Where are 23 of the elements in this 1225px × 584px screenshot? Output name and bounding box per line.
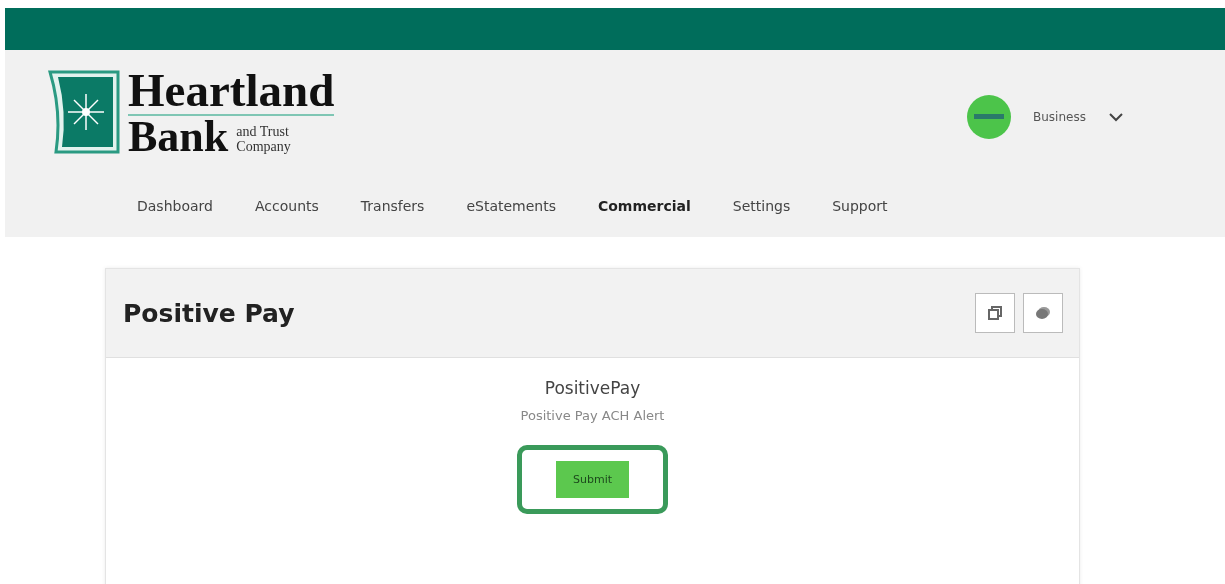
nav-tab[interactable]: Support: [818, 198, 902, 214]
nav-tab[interactable]: eStatements: [452, 198, 570, 214]
nav-tab[interactable]: Transfers: [346, 198, 439, 214]
section-subtitle: Positive Pay ACH Alert: [520, 408, 665, 423]
stack-icon: [1035, 306, 1051, 320]
logo-tagline: Company: [236, 139, 291, 154]
card-title: Positive Pay: [123, 298, 295, 328]
chevron-down-icon[interactable]: [1107, 112, 1124, 122]
copy-icon: [988, 306, 1002, 320]
stack-button[interactable]: [1023, 293, 1063, 333]
nav-tab[interactable]: Commercial: [583, 198, 705, 214]
nav-tab[interactable]: Accounts: [240, 198, 333, 214]
account-name: Business: [1033, 110, 1086, 124]
logo-tagline: and Trust: [236, 124, 290, 139]
nav-tab[interactable]: Settings: [718, 198, 805, 214]
avatar-icon: [967, 95, 1011, 139]
logo-wordmark: Bank: [128, 116, 229, 158]
logo-wordmark: Heartland: [128, 68, 335, 116]
submit-button[interactable]: Submit: [556, 461, 629, 498]
nav-tab[interactable]: Dashboard: [123, 198, 227, 214]
section-heading: PositivePay: [544, 378, 641, 398]
star-flag-icon: [48, 68, 122, 156]
copy-button[interactable]: [975, 293, 1015, 333]
